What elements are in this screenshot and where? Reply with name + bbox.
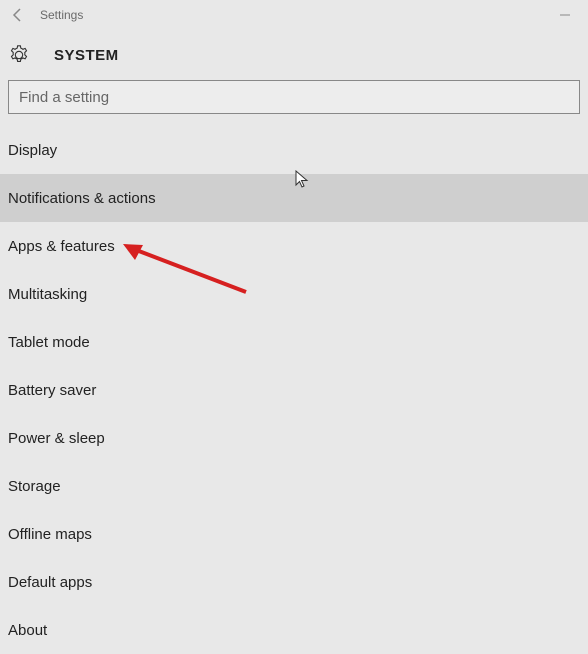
nav-item-tablet-mode[interactable]: Tablet mode: [0, 318, 588, 366]
gear-icon: [8, 44, 30, 66]
nav-item-storage[interactable]: Storage: [0, 462, 588, 510]
nav-item-label: Default apps: [8, 574, 92, 591]
nav-item-display[interactable]: Display: [0, 126, 588, 174]
nav-item-notifications-actions[interactable]: Notifications & actions: [0, 174, 588, 222]
nav-item-label: Multitasking: [8, 286, 87, 303]
window-title: Settings: [40, 8, 83, 22]
nav-item-power-sleep[interactable]: Power & sleep: [0, 414, 588, 462]
nav-item-multitasking[interactable]: Multitasking: [0, 270, 588, 318]
nav-item-label: Storage: [8, 478, 61, 495]
nav-item-battery-saver[interactable]: Battery saver: [0, 366, 588, 414]
page-title: SYSTEM: [54, 47, 119, 64]
nav-item-label: Apps & features: [8, 238, 115, 255]
nav-item-label: Power & sleep: [8, 430, 105, 447]
nav-list: Display Notifications & actions Apps & f…: [0, 126, 588, 654]
nav-item-about[interactable]: About: [0, 606, 588, 654]
nav-item-label: Offline maps: [8, 526, 92, 543]
nav-item-label: Battery saver: [8, 382, 96, 399]
nav-item-label: Display: [8, 142, 57, 159]
titlebar: Settings: [0, 0, 588, 30]
back-arrow-icon: [10, 7, 26, 23]
nav-item-default-apps[interactable]: Default apps: [0, 558, 588, 606]
search-input[interactable]: [19, 89, 569, 106]
back-button[interactable]: [8, 5, 28, 25]
minimize-icon: [559, 9, 571, 21]
page-header: SYSTEM: [0, 30, 588, 80]
minimize-button[interactable]: [550, 5, 580, 25]
nav-item-label: Tablet mode: [8, 334, 90, 351]
search-box[interactable]: [8, 80, 580, 114]
nav-item-label: About: [8, 622, 47, 639]
nav-item-label: Notifications & actions: [8, 190, 156, 207]
nav-item-offline-maps[interactable]: Offline maps: [0, 510, 588, 558]
nav-item-apps-features[interactable]: Apps & features: [0, 222, 588, 270]
